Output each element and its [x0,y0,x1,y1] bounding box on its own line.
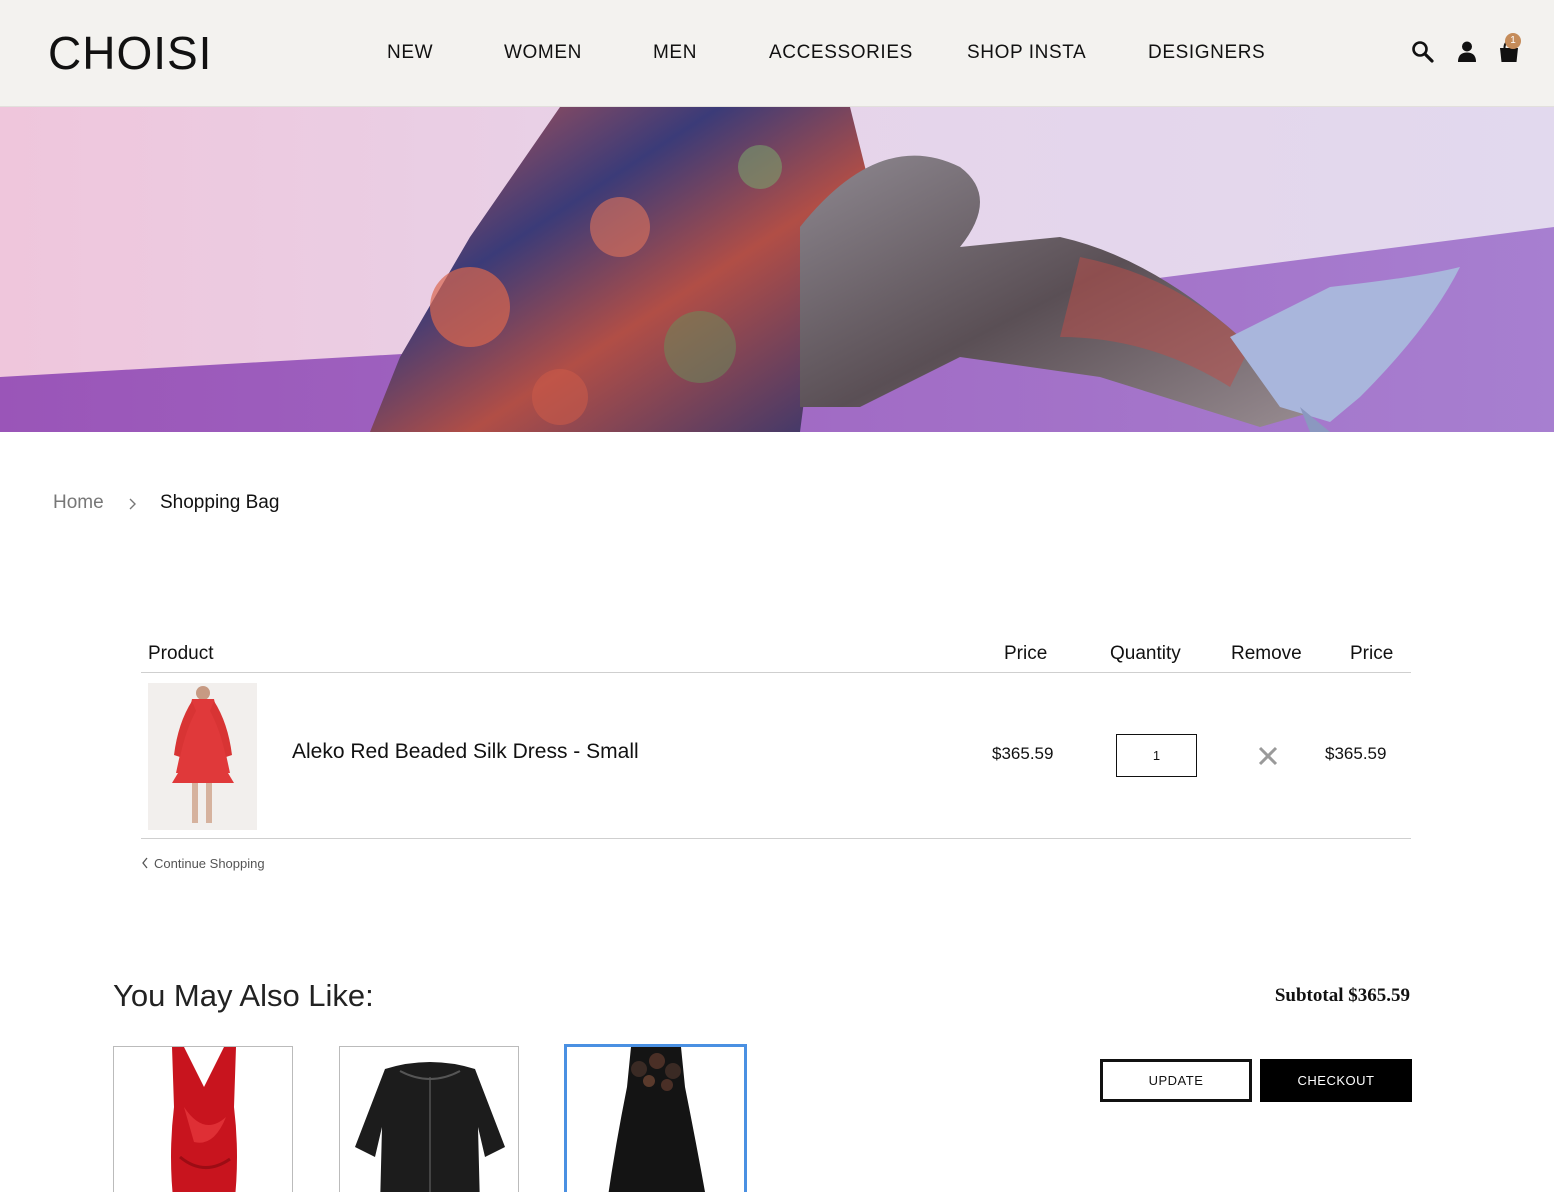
col-quantity-header: Quantity [1110,643,1181,664]
update-button[interactable]: UPDATE [1100,1059,1252,1102]
main-nav: NEW WOMEN MEN ACCESSORIES SHOP INSTA DES… [0,38,1554,68]
black-jacket-image [340,1047,518,1192]
product-thumbnail[interactable] [148,683,257,830]
col-price-header: Price [1004,643,1048,664]
recommendations-title: You May Also Like: [113,978,374,1013]
chevron-right-icon [129,498,136,510]
nav-shop-insta[interactable]: SHOP INSTA [967,38,1086,68]
recommendation-card[interactable] [564,1044,747,1192]
breadcrumb-home[interactable]: Home [53,492,104,514]
product-name[interactable]: Aleko Red Beaded Silk Dress - Small [292,740,639,764]
account-icon[interactable] [1453,38,1481,66]
continue-shopping-label: Continue Shopping [154,856,265,871]
continue-shopping-link[interactable]: Continue Shopping [141,856,265,871]
quantity-input[interactable] [1116,734,1197,777]
col-total-header: Price [1350,643,1394,664]
col-remove-header: Remove [1231,643,1302,664]
table-divider [141,838,1411,839]
col-product-header: Product [148,643,214,664]
nav-accessories[interactable]: ACCESSORIES [769,38,913,68]
chevron-left-icon [142,857,148,869]
cart-count-badge: 1 [1505,33,1521,49]
black-dress-image [567,1047,744,1192]
red-dress-image [148,683,257,830]
recommendation-card[interactable] [113,1046,293,1192]
remove-item-icon[interactable] [1257,745,1279,767]
red-satin-dress-image [114,1047,292,1192]
subtotal: Subtotal $365.59 [1274,985,1410,1006]
site-header: CHOISI NEW WOMEN MEN ACCESSORIES SHOP IN… [0,0,1554,107]
hero-image [0,107,1554,432]
hero-banner [0,107,1554,432]
nav-new[interactable]: NEW [387,38,433,68]
recommendation-card[interactable] [339,1046,519,1192]
table-divider [141,672,1411,673]
nav-designers[interactable]: DESIGNERS [1148,38,1265,68]
nav-women[interactable]: WOMEN [504,38,582,68]
nav-men[interactable]: MEN [653,38,697,68]
line-total: $365.59 [1325,744,1387,763]
unit-price: $365.59 [992,744,1054,763]
breadcrumb-current: Shopping Bag [160,492,280,513]
checkout-button[interactable]: CHECKOUT [1260,1059,1412,1102]
search-icon[interactable] [1409,38,1437,66]
